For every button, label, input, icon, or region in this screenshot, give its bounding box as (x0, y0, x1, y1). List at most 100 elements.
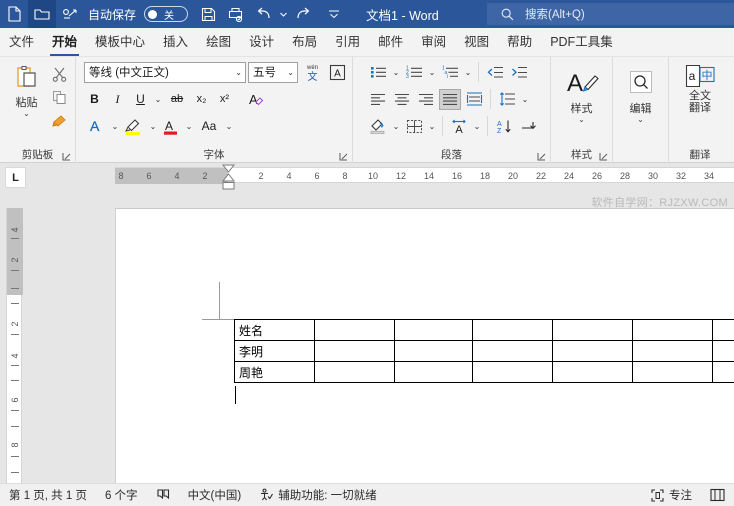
asian-layout-caret-icon[interactable]: ⌄ (472, 116, 482, 137)
clear-formatting-icon[interactable]: A (241, 89, 267, 110)
underline-button[interactable]: U (130, 89, 151, 110)
numbered-list-caret-icon[interactable]: ⌄ (427, 62, 437, 83)
table-cell[interactable] (552, 361, 633, 383)
word-count[interactable]: 6 个字 (96, 487, 147, 503)
tab-view[interactable]: 视图 (455, 29, 498, 56)
tab-template-center[interactable]: 模板中心 (86, 29, 154, 56)
paste-button[interactable]: 粘贴 ⌄ (5, 60, 49, 118)
table-cell[interactable] (472, 319, 553, 341)
table-cell[interactable] (394, 319, 473, 341)
tab-help[interactable]: 帮助 (498, 29, 541, 56)
tab-review[interactable]: 审阅 (412, 29, 455, 56)
document-table[interactable]: 姓名 李明 周艳 (234, 319, 734, 383)
table-cell[interactable] (712, 361, 734, 383)
paste-caret-icon[interactable]: ⌄ (23, 110, 30, 118)
table-cell[interactable] (552, 319, 633, 341)
editing-caret-icon[interactable]: ⌄ (637, 116, 644, 124)
increase-indent-icon[interactable] (508, 62, 530, 83)
table-cell[interactable] (314, 340, 395, 362)
tab-references[interactable]: 引用 (326, 29, 369, 56)
table-cell[interactable]: 李明 (234, 340, 315, 362)
editing-button[interactable]: 编辑 ⌄ (619, 66, 663, 124)
vertical-ruler[interactable]: 4 2 2 4 6 8 (0, 193, 30, 483)
left-indent-marker[interactable] (222, 182, 235, 190)
multilevel-list-caret-icon[interactable]: ⌄ (463, 62, 473, 83)
page-info[interactable]: 第 1 页, 共 1 页 (0, 487, 96, 503)
table-cell[interactable]: 姓名 (234, 319, 315, 341)
table-cell[interactable] (632, 319, 713, 341)
table-row[interactable]: 周艳 (234, 361, 734, 383)
proofing-icon[interactable] (147, 488, 179, 502)
phonetic-guide-icon[interactable]: wén 文 (300, 62, 324, 83)
touch-mode-icon[interactable] (56, 0, 84, 28)
line-spacing-icon[interactable] (496, 89, 518, 110)
line-spacing-caret-icon[interactable]: ⌄ (520, 89, 530, 110)
align-left-icon[interactable] (367, 89, 389, 110)
search-input[interactable]: 搜索(Alt+Q) (487, 3, 734, 25)
shading-icon[interactable] (367, 116, 389, 137)
styles-dialog-launcher[interactable] (599, 152, 609, 162)
character-border-icon[interactable]: A (326, 62, 348, 83)
horizontal-ruler[interactable]: L 8 6 4 2 2 4 6 8 10 12 14 16 18 20 22 2… (0, 163, 734, 193)
undo-icon[interactable] (250, 0, 278, 28)
open-folder-icon[interactable] (28, 0, 56, 28)
tab-stop-selector[interactable]: L (5, 167, 26, 188)
paragraph-dialog-launcher[interactable] (537, 152, 547, 162)
table-cell[interactable] (712, 319, 734, 341)
table-cell[interactable] (472, 340, 553, 362)
redo-icon[interactable] (288, 0, 316, 28)
save-icon[interactable] (194, 0, 222, 28)
sort-icon[interactable]: AZ (493, 116, 515, 137)
new-document-icon[interactable] (0, 0, 28, 28)
align-justify-icon[interactable] (439, 88, 461, 110)
bold-button[interactable]: B (84, 89, 105, 110)
multilevel-list-icon[interactable]: 1ai (439, 62, 461, 83)
tab-home[interactable]: 开始 (43, 29, 86, 56)
table-cell[interactable]: 周艳 (234, 361, 315, 383)
font-name-combo[interactable]: 等线 (中文正文) ⌄ (84, 61, 246, 83)
table-cell[interactable] (632, 340, 713, 362)
borders-caret-icon[interactable]: ⌄ (427, 116, 437, 137)
font-dialog-launcher[interactable] (339, 152, 349, 162)
highlight-color-icon[interactable] (122, 116, 146, 137)
autosave-toggle[interactable]: 关 (144, 6, 189, 22)
hanging-indent-marker[interactable] (222, 173, 235, 182)
font-size-combo[interactable]: 五号 ⌄ (248, 61, 298, 83)
tab-pdf-tools[interactable]: PDF工具集 (541, 29, 622, 56)
tab-layout[interactable]: 布局 (283, 29, 326, 56)
customize-toolbar-icon[interactable] (320, 0, 348, 28)
change-case-button[interactable]: Aa (196, 116, 222, 137)
decrease-indent-icon[interactable] (484, 62, 506, 83)
document-canvas[interactable]: 软件自学网：RJZXW.COM 姓名 李明 周艳 (30, 193, 734, 483)
table-row[interactable]: 姓名 (234, 319, 734, 341)
show-formatting-marks-icon[interactable] (517, 116, 539, 137)
text-effects-icon[interactable]: A (84, 116, 108, 137)
read-mode-icon[interactable] (701, 488, 734, 502)
bullet-list-caret-icon[interactable]: ⌄ (391, 62, 401, 83)
clipboard-dialog-launcher[interactable] (62, 152, 72, 162)
language-indicator[interactable]: 中文(中国) (179, 487, 251, 503)
table-cell[interactable] (314, 361, 395, 383)
accessibility-status[interactable]: 辅助功能: 一切就绪 (250, 487, 385, 503)
superscript-button[interactable]: x² (214, 89, 235, 110)
format-painter-icon[interactable] (49, 110, 71, 131)
align-right-icon[interactable] (415, 89, 437, 110)
asian-layout-icon[interactable]: A (448, 116, 470, 137)
underline-caret-icon[interactable]: ⌄ (153, 89, 163, 110)
table-cell[interactable] (632, 361, 713, 383)
styles-button[interactable]: A 样式 ⌄ (560, 66, 604, 124)
scissors-icon[interactable] (49, 64, 71, 85)
tab-draw[interactable]: 绘图 (197, 29, 240, 56)
document-page[interactable]: 姓名 李明 周艳 (115, 208, 734, 483)
table-cell[interactable] (314, 319, 395, 341)
undo-dropdown-caret-icon[interactable] (278, 0, 288, 28)
copy-icon[interactable] (49, 87, 71, 108)
table-cell[interactable] (712, 340, 734, 362)
first-line-indent-marker[interactable] (222, 164, 235, 173)
quick-print-icon[interactable] (222, 0, 250, 28)
table-cell[interactable] (552, 340, 633, 362)
font-color-caret-icon[interactable]: ⌄ (184, 116, 194, 137)
italic-button[interactable]: I (107, 89, 128, 110)
tab-insert[interactable]: 插入 (154, 29, 197, 56)
styles-caret-icon[interactable]: ⌄ (578, 116, 585, 124)
